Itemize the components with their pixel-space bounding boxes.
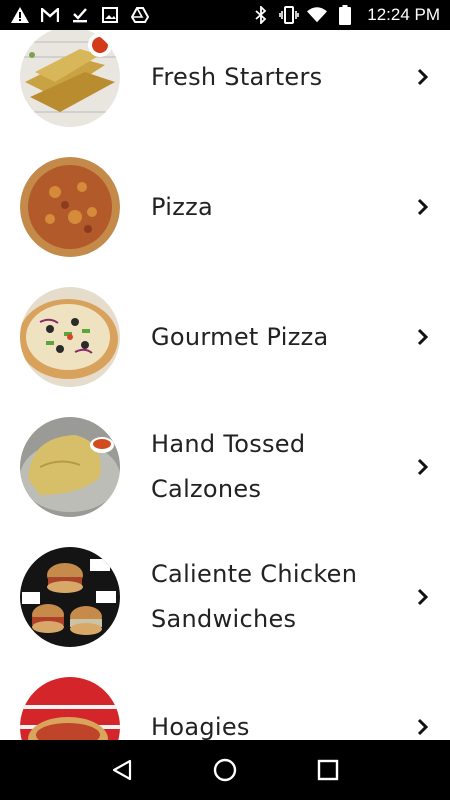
menu-item-fresh-starters[interactable]: Fresh Starters [0, 30, 450, 142]
menu-item-label: Fresh Starters [151, 62, 323, 91]
menu-item-label: Gourmet Pizza [151, 322, 329, 351]
breadsticks-thumbnail [20, 30, 120, 127]
drive-icon [130, 5, 150, 25]
chevron-right-icon [413, 197, 433, 217]
menu-item-gourmet-pizza[interactable]: Gourmet Pizza [0, 272, 450, 402]
calzone-thumbnail [20, 417, 120, 517]
chicken-sandwich-thumbnail [20, 547, 120, 647]
menu-category-list[interactable]: Fresh Starters Pizza Gourmet Pizza Hand … [0, 30, 450, 740]
home-icon[interactable] [210, 755, 240, 785]
chevron-right-icon [413, 457, 433, 477]
battery-icon [335, 5, 355, 25]
warning-icon [10, 5, 30, 25]
gmail-icon [40, 5, 60, 25]
vibrate-icon [279, 5, 300, 25]
chevron-right-icon [413, 327, 433, 347]
menu-item-label: Caliente Chicken Sandwiches [151, 560, 358, 633]
pizza-thumbnail [20, 157, 120, 257]
recents-icon[interactable] [313, 755, 343, 785]
system-icons: 12:24 PM [251, 5, 440, 25]
menu-item-label: Hoagies [151, 712, 250, 741]
wifi-icon [307, 5, 328, 25]
status-time: 12:24 PM [367, 5, 440, 24]
hoagie-thumbnail [20, 677, 120, 740]
gourmet-pizza-thumbnail [20, 287, 120, 387]
menu-item-pizza[interactable]: Pizza [0, 142, 450, 272]
menu-item-label: Pizza [151, 192, 214, 221]
notification-icons [10, 5, 150, 25]
menu-item-hand-tossed-calzones[interactable]: Hand Tossed Calzones [0, 402, 450, 532]
menu-item-label: Hand Tossed Calzones [151, 430, 306, 503]
bluetooth-icon [251, 5, 271, 25]
menu-item-caliente-chicken-sandwiches[interactable]: Caliente Chicken Sandwiches [0, 532, 450, 662]
menu-item-hoagies[interactable]: Hoagies [0, 662, 450, 740]
back-icon[interactable] [107, 755, 137, 785]
chevron-right-icon [413, 717, 433, 737]
download-done-icon [70, 5, 90, 25]
image-icon [100, 5, 120, 25]
status-bar: 12:24 PM [0, 0, 450, 30]
chevron-right-icon [413, 67, 433, 87]
navigation-bar [0, 740, 450, 800]
chevron-right-icon [413, 587, 433, 607]
